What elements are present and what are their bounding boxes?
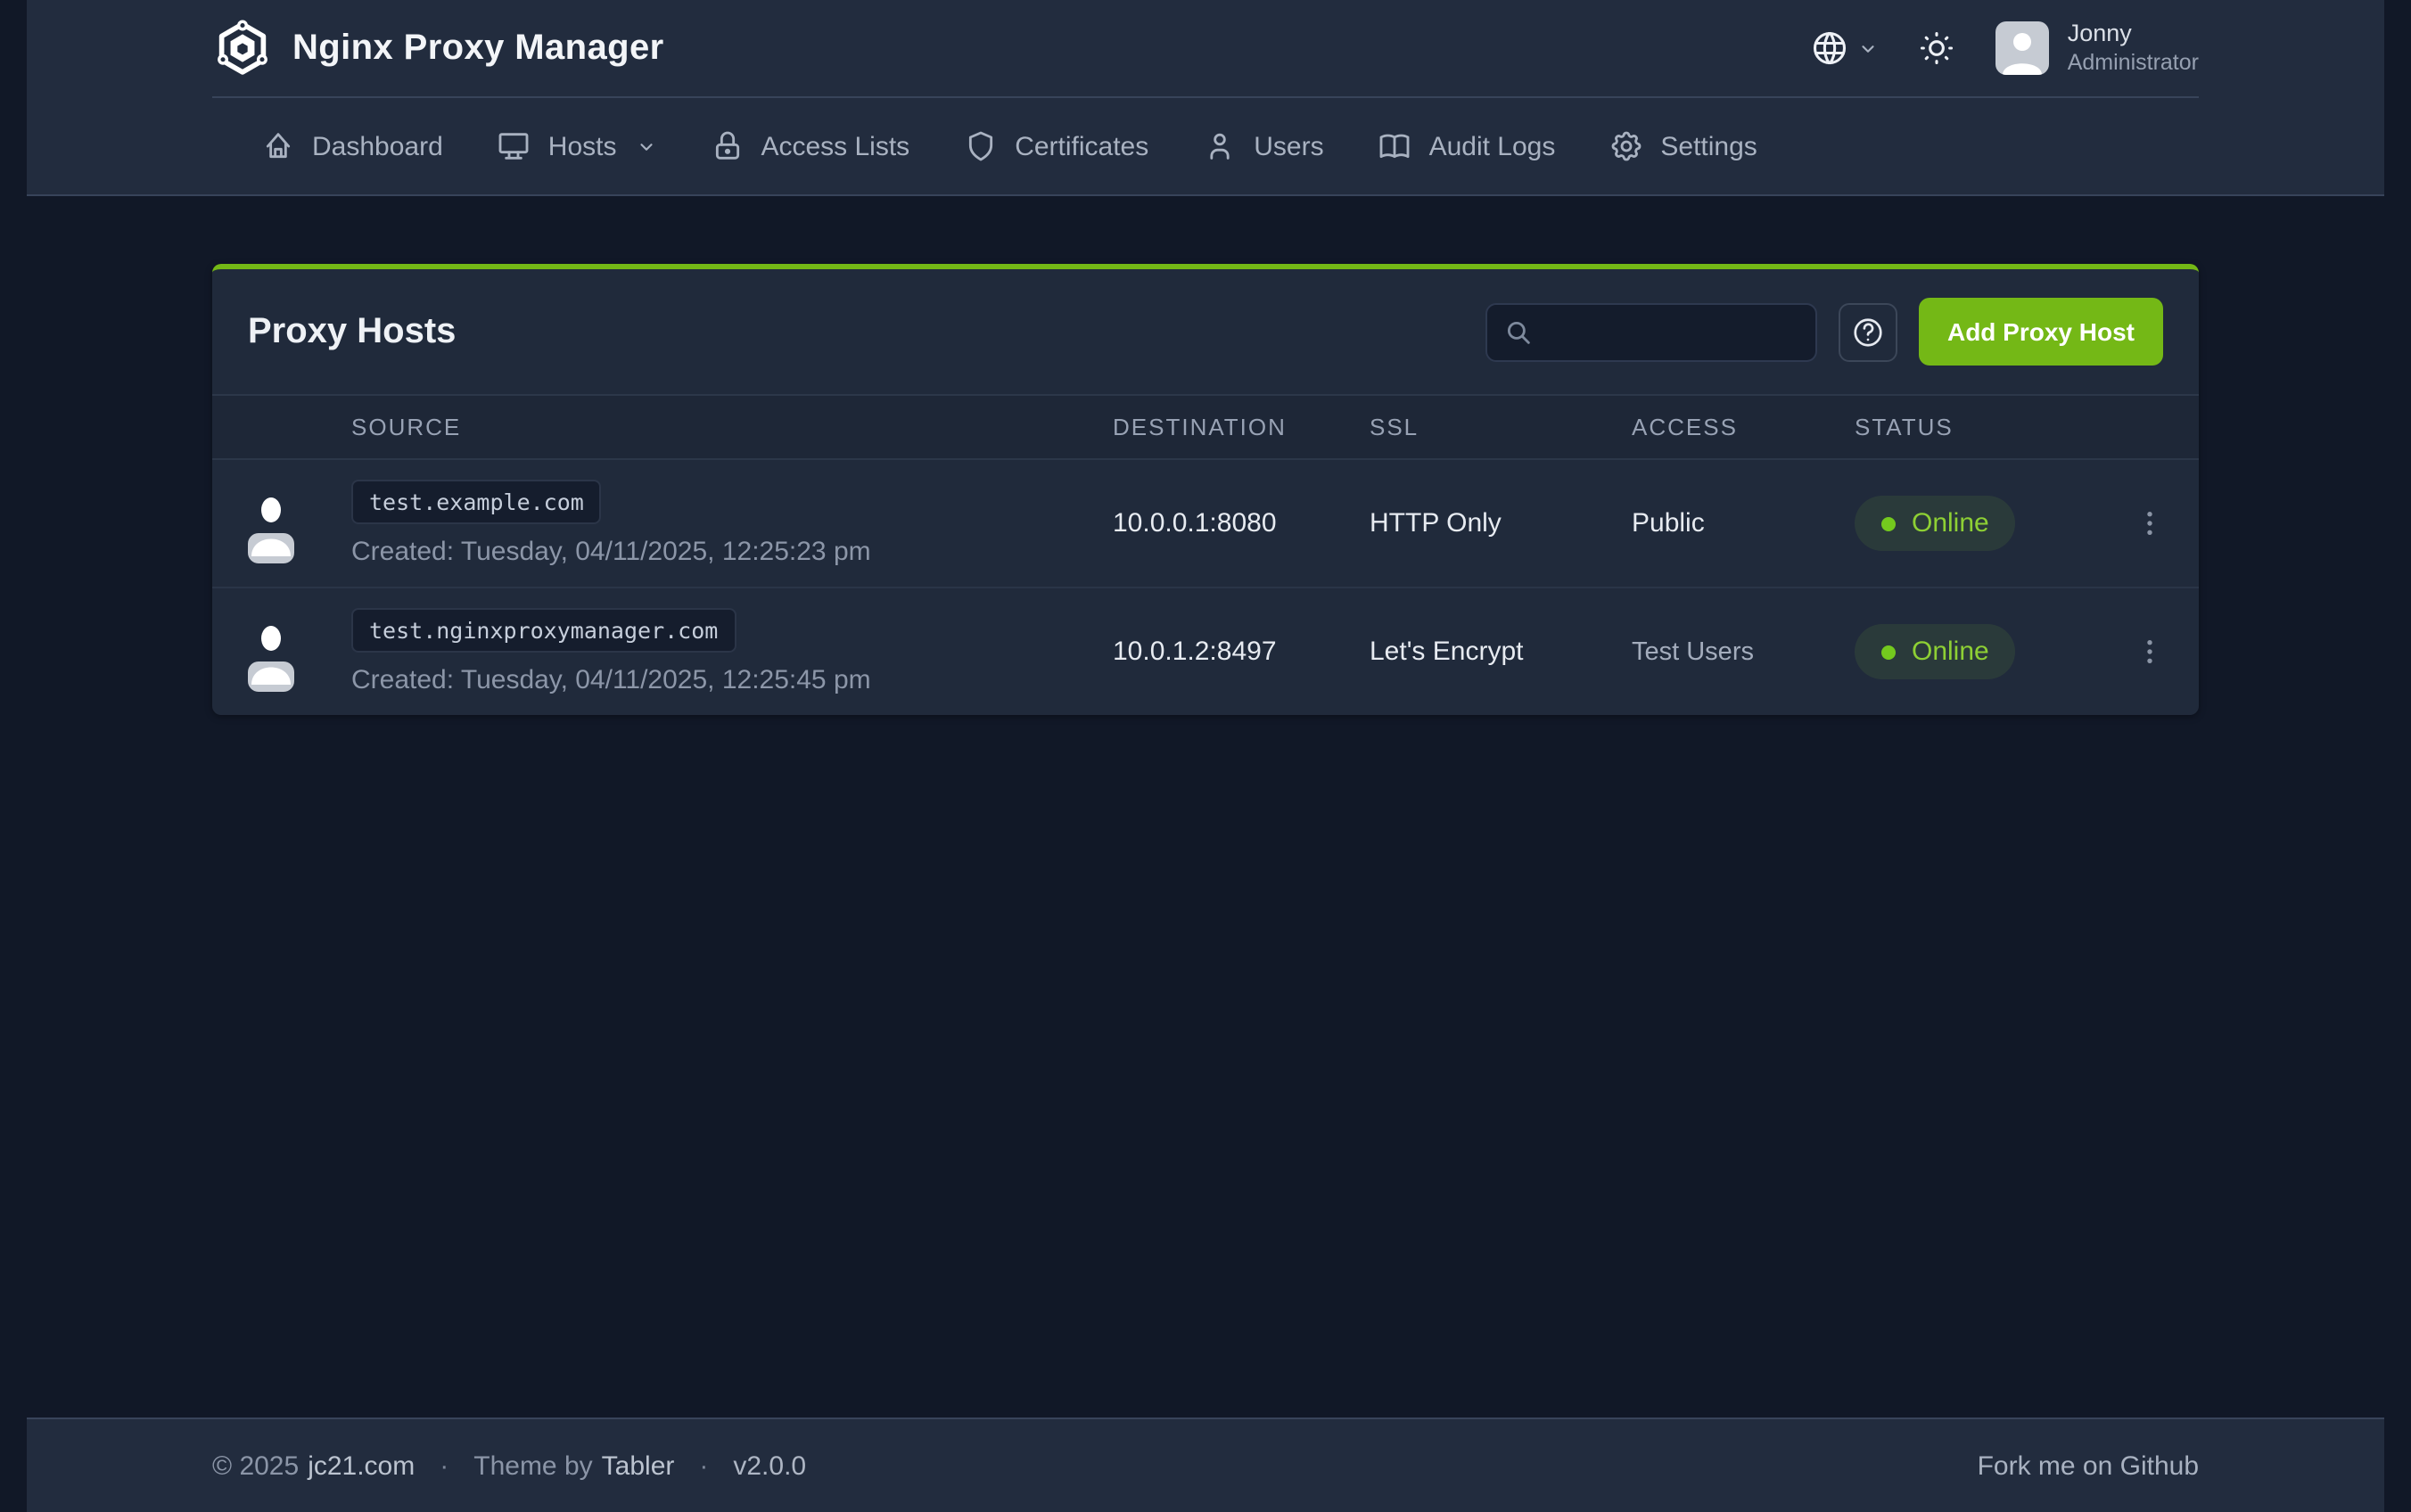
- app-header: Nginx Proxy Manager: [212, 0, 2199, 98]
- row-actions-menu-button[interactable]: [2126, 628, 2174, 676]
- col-header-source: Source: [330, 395, 1091, 459]
- nav-item-dashboard[interactable]: Dashboard: [237, 114, 466, 178]
- proxy-hosts-card: Proxy Hosts Add Proxy Host: [212, 264, 2199, 715]
- copyright-text: © 2025: [212, 1450, 299, 1481]
- user-menu[interactable]: Jonny Administrator: [1996, 20, 2199, 78]
- app-viewport: Nginx Proxy Manager: [0, 0, 2411, 1512]
- access-cell: Public: [1610, 459, 1833, 588]
- monitor-icon: [497, 128, 532, 164]
- user-name: Jonny: [2068, 20, 2199, 50]
- help-button[interactable]: [1839, 302, 1897, 361]
- source-domain: test.example.com: [351, 480, 602, 524]
- dots-vertical-icon: [2133, 635, 2167, 669]
- github-link[interactable]: Fork me on Github: [1978, 1450, 2199, 1481]
- status-dot-icon: [1881, 516, 1896, 530]
- table-row: test.nginxproxymanager.com Created: Tues…: [212, 588, 2199, 715]
- chevron-down-icon: [1859, 38, 1879, 58]
- col-header-actions: [2104, 395, 2199, 459]
- top-band: Nginx Proxy Manager: [27, 0, 2384, 196]
- page-title: Proxy Hosts: [248, 311, 456, 352]
- npm-logo-icon: [212, 18, 273, 78]
- col-header-access: Access: [1610, 395, 1833, 459]
- status-dot-icon: [1881, 645, 1896, 659]
- sun-icon: [1918, 29, 1957, 68]
- col-header-destination: Destination: [1091, 395, 1348, 459]
- help-circle-icon: [1851, 313, 1885, 350]
- created-timestamp: Created: Tuesday, 04/11/2025, 12:25:45 p…: [351, 665, 1070, 695]
- jc21-link[interactable]: jc21.com: [308, 1450, 415, 1481]
- main-content: Proxy Hosts Add Proxy Host: [0, 196, 2411, 1418]
- version-text: v2.0.0: [733, 1450, 806, 1481]
- host-owner-avatar: [248, 533, 294, 563]
- user-icon: [1202, 128, 1238, 164]
- nav-item-access-lists[interactable]: Access Lists: [686, 114, 933, 178]
- created-timestamp: Created: Tuesday, 04/11/2025, 12:25:23 p…: [351, 537, 1070, 567]
- access-cell: Test Users: [1610, 588, 1833, 715]
- theme-by-text: Theme by: [473, 1450, 592, 1481]
- language-menu-button[interactable]: [1811, 29, 1879, 68]
- app-title: Nginx Proxy Manager: [292, 28, 664, 69]
- col-header-status: Status: [1833, 395, 2104, 459]
- page-footer: © 2025 jc21.com · Theme by Tabler · v2.0…: [27, 1418, 2384, 1512]
- nav-item-certificates[interactable]: Certificates: [940, 114, 1172, 178]
- source-domain: test.nginxproxymanager.com: [351, 608, 736, 653]
- add-proxy-host-button[interactable]: Add Proxy Host: [1919, 298, 2163, 366]
- theme-toggle-button[interactable]: [1918, 29, 1957, 68]
- book-icon: [1378, 128, 1413, 164]
- status-badge: Online: [1855, 496, 2016, 551]
- destination-cell: 10.0.0.1:8080: [1091, 459, 1348, 588]
- user-role: Administrator: [2068, 49, 2199, 77]
- col-header-avatar: [212, 395, 330, 459]
- row-actions-menu-button[interactable]: [2126, 499, 2174, 547]
- status-badge: Online: [1855, 624, 2016, 679]
- col-header-ssl: SSL: [1348, 395, 1610, 459]
- main-nav: Dashboard Hosts Access Lists: [212, 98, 2199, 194]
- tabler-link[interactable]: Tabler: [602, 1450, 675, 1481]
- nav-item-users[interactable]: Users: [1179, 114, 1346, 178]
- nav-item-audit-logs[interactable]: Audit Logs: [1354, 114, 1579, 178]
- nav-item-settings[interactable]: Settings: [1585, 114, 1780, 178]
- ssl-cell: HTTP Only: [1348, 459, 1610, 588]
- destination-cell: 10.0.1.2:8497: [1091, 588, 1348, 715]
- search-input[interactable]: [1485, 302, 1817, 361]
- shield-icon: [963, 128, 999, 164]
- gear-icon: [1609, 128, 1644, 164]
- nav-item-hosts[interactable]: Hosts: [473, 114, 679, 178]
- ssl-cell: Let's Encrypt: [1348, 588, 1610, 715]
- brand-home-link[interactable]: Nginx Proxy Manager: [212, 18, 664, 78]
- home-icon: [260, 128, 296, 164]
- lock-icon: [709, 128, 745, 164]
- proxy-hosts-table: Source Destination SSL Access Status: [212, 394, 2199, 715]
- user-avatar: [1996, 21, 2050, 75]
- globe-icon: [1811, 29, 1850, 68]
- chevron-down-icon: [636, 136, 655, 156]
- dots-vertical-icon: [2133, 506, 2167, 540]
- table-row: test.example.com Created: Tuesday, 04/11…: [212, 459, 2199, 588]
- host-owner-avatar: [248, 662, 294, 692]
